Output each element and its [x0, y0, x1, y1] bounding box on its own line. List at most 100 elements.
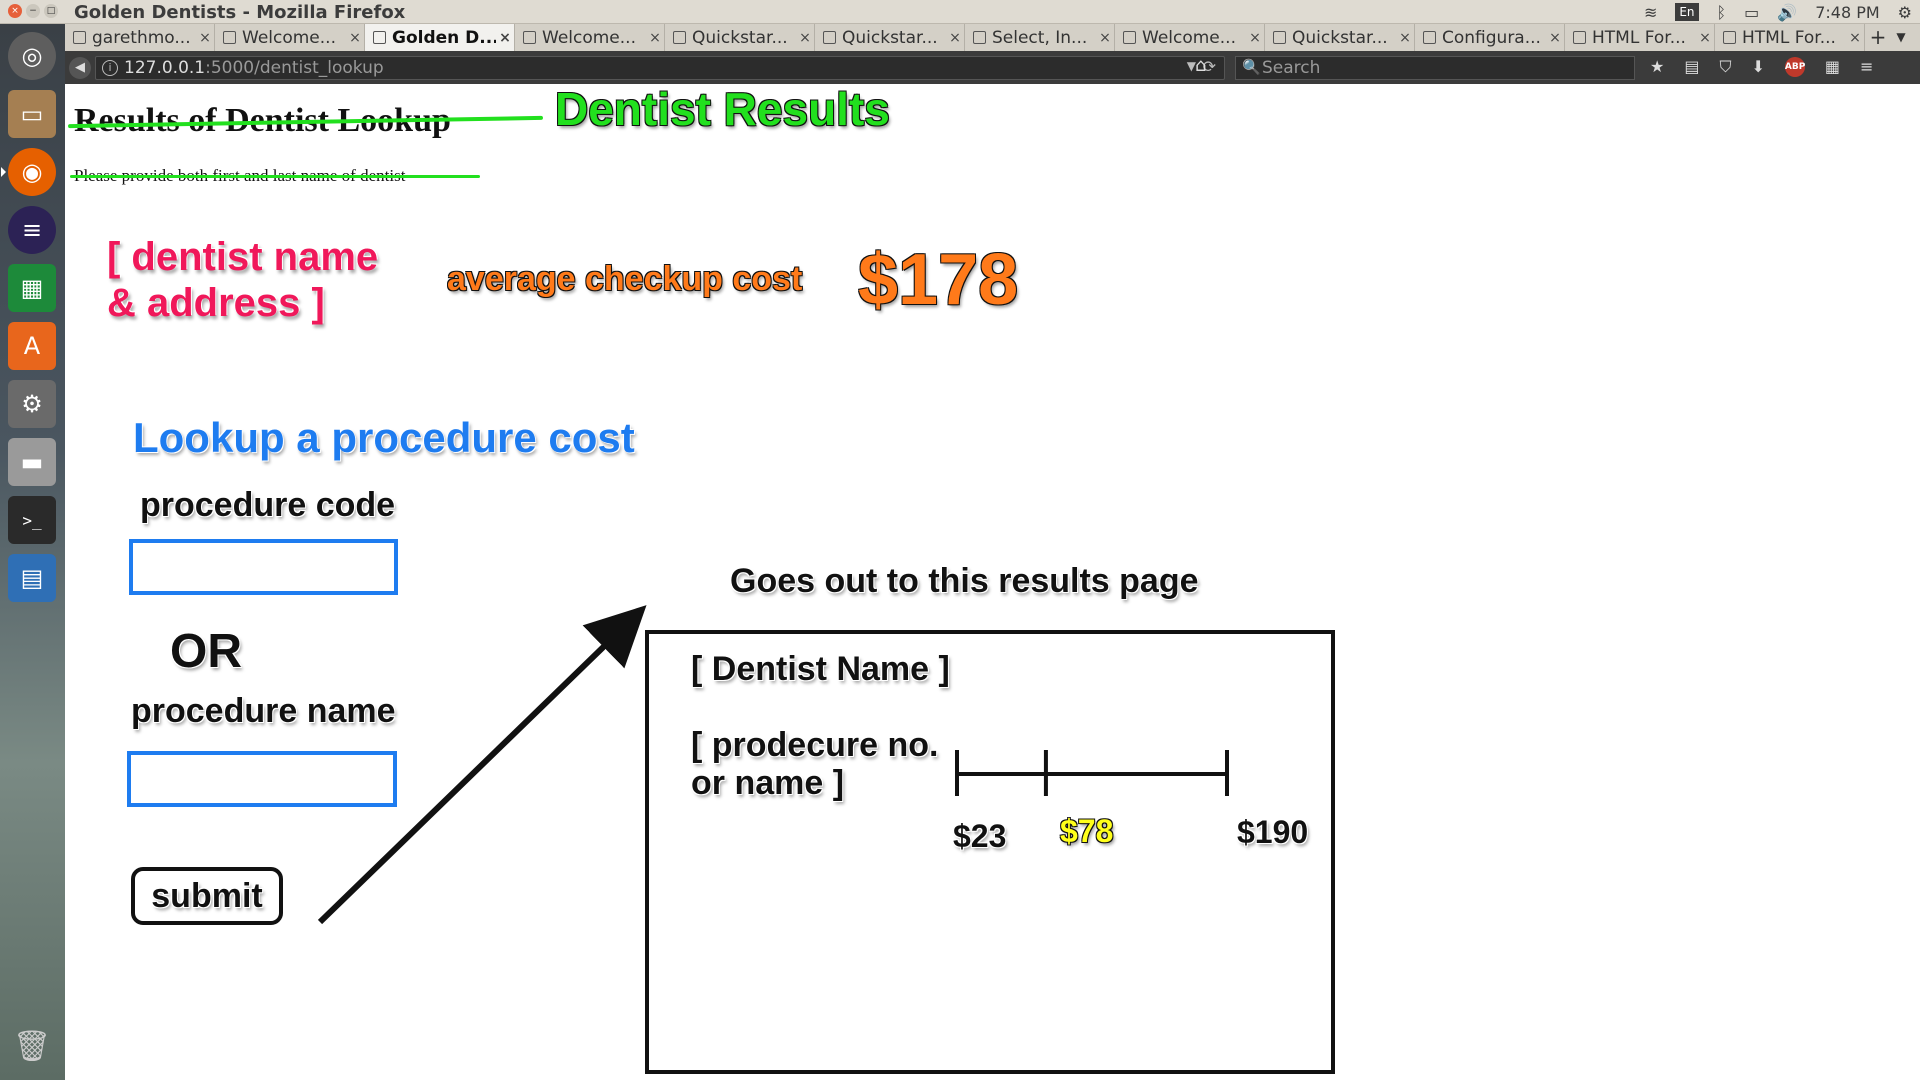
home-icon[interactable]: ⌂: [1195, 55, 1206, 76]
tab-close-icon[interactable]: ×: [1696, 30, 1714, 46]
settings-icon[interactable]: ⚙: [8, 380, 56, 428]
new-tab-button[interactable]: +: [1865, 24, 1891, 51]
results-procedure: [ prodecure no. or name ]: [691, 726, 939, 802]
range-min-label: $23: [953, 818, 1007, 854]
tab-close-icon[interactable]: ×: [1096, 30, 1114, 46]
window-close-button[interactable]: ×: [8, 4, 22, 18]
tab-label: Golden D...: [392, 27, 496, 48]
back-button[interactable]: ◀: [69, 57, 91, 79]
tab-close-icon[interactable]: ×: [796, 30, 814, 46]
tab-label: Quickstar...: [842, 27, 938, 48]
tab-label: Welcome...: [242, 27, 336, 48]
navigation-bar: ◀ i 127.0.0.1:5000/dentist_lookup ▼ ⟳ ⌂ …: [65, 51, 1920, 84]
submit-button[interactable]: submit: [131, 867, 283, 925]
site-info-icon[interactable]: i: [102, 60, 118, 76]
terminal-icon[interactable]: >_: [8, 496, 56, 544]
keyboard-layout-indicator[interactable]: En: [1675, 3, 1699, 21]
tab-close-icon[interactable]: ×: [646, 30, 664, 46]
tab-label: garethmo...: [92, 27, 191, 48]
tab-close-icon[interactable]: ×: [946, 30, 964, 46]
software-center-icon[interactable]: A: [8, 322, 56, 370]
tab-list-button[interactable]: ▼: [1891, 24, 1911, 51]
browser-tab[interactable]: Select, In... ×: [965, 24, 1115, 51]
adblock-icon[interactable]: ABP: [1784, 57, 1805, 77]
tab-favicon-icon: [373, 31, 386, 44]
procedure-code-input[interactable]: [129, 539, 398, 595]
browser-tab[interactable]: HTML For... ×: [1565, 24, 1715, 51]
writer-icon[interactable]: ▤: [8, 554, 56, 602]
pocket-icon[interactable]: ⛉: [1719, 57, 1731, 77]
browser-tab[interactable]: Quickstar... ×: [815, 24, 965, 51]
average-cost-value: $178: [858, 240, 1019, 320]
browser-tab[interactable]: Welcome... ×: [1115, 24, 1265, 51]
window-titlebar: × − □ Golden Dentists - Mozilla Firefox …: [0, 0, 1920, 24]
url-host: 127.0.0.1: [124, 58, 206, 78]
subtext-strikethrough-annotation: [70, 175, 480, 178]
extension-icon[interactable]: ▦: [1825, 57, 1840, 77]
reading-list-icon[interactable]: ▤: [1684, 57, 1699, 77]
procedure-name-label: procedure name: [131, 692, 396, 730]
bookmark-star-icon[interactable]: ★: [1650, 57, 1664, 77]
tab-favicon-icon: [223, 31, 236, 44]
search-bar[interactable]: 🔍 Search: [1235, 56, 1635, 80]
tab-close-icon[interactable]: ×: [1246, 30, 1264, 46]
volume-icon[interactable]: 🔊: [1777, 3, 1797, 22]
window-maximize-button[interactable]: □: [44, 4, 58, 18]
battery-icon[interactable]: ▭: [1744, 3, 1759, 22]
bluetooth-icon[interactable]: ᛒ: [1717, 3, 1727, 22]
url-bar[interactable]: i 127.0.0.1:5000/dentist_lookup ▼ ⟳: [95, 56, 1225, 80]
tab-label: Select, In...: [992, 27, 1088, 48]
range-max-label: $190: [1237, 814, 1309, 850]
tab-favicon-icon: [523, 31, 536, 44]
tab-label: Welcome...: [1142, 27, 1236, 48]
trash-icon[interactable]: 🗑: [8, 1022, 56, 1070]
tab-label: Configura...: [1442, 27, 1541, 48]
browser-tab[interactable]: Welcome... ×: [215, 24, 365, 51]
browser-tab[interactable]: garethmo... ×: [65, 24, 215, 51]
eclipse-icon[interactable]: ≡: [8, 206, 56, 254]
tab-close-icon[interactable]: ×: [1546, 30, 1564, 46]
browser-tab[interactable]: Welcome... ×: [515, 24, 665, 51]
tab-favicon-icon: [73, 31, 86, 44]
spreadsheet-icon[interactable]: ▦: [8, 264, 56, 312]
page-content: Results of Dentist Lookup Dentist Result…: [65, 84, 1920, 1080]
lookup-heading: Lookup a procedure cost: [133, 414, 635, 461]
ubuntu-icon[interactable]: ◎: [8, 32, 56, 80]
tab-label: Welcome...: [542, 27, 636, 48]
toolbar-icons: ★ ▤ ⛉ ⬇ ABP ▦ ≡: [1650, 57, 1873, 77]
browser-tab[interactable]: Configura... ×: [1415, 24, 1565, 51]
results-page-mockup: [ Dentist Name ] [ prodecure no. or name…: [645, 630, 1335, 1074]
browser-tab[interactable]: Quickstar... ×: [1265, 24, 1415, 51]
clock[interactable]: 7:48 PM: [1815, 3, 1879, 22]
procedure-name-input[interactable]: [127, 751, 397, 807]
tab-close-icon[interactable]: ×: [346, 30, 364, 46]
downloads-icon[interactable]: ⬇: [1751, 57, 1764, 77]
tab-favicon-icon: [1273, 31, 1286, 44]
results-caption: Goes out to this results page: [730, 562, 1199, 600]
system-settings-icon[interactable]: ⚙: [1898, 3, 1912, 22]
browser-tab[interactable]: Quickstar... ×: [665, 24, 815, 51]
tab-close-icon[interactable]: ×: [196, 30, 214, 46]
browser-tab[interactable]: Golden D... ×: [365, 24, 515, 51]
url-path: :5000/dentist_lookup: [205, 58, 384, 78]
tab-favicon-icon: [1123, 31, 1136, 44]
tab-favicon-icon: [823, 31, 836, 44]
files-icon[interactable]: ▭: [8, 90, 56, 138]
menu-icon[interactable]: ≡: [1860, 57, 1873, 77]
range-avg-label: $78: [1060, 813, 1114, 849]
tab-close-icon[interactable]: ×: [1396, 30, 1414, 46]
tab-label: Quickstar...: [692, 27, 788, 48]
disk-icon[interactable]: ▬: [8, 438, 56, 486]
average-cost-label: average checkup cost: [447, 260, 803, 298]
tab-favicon-icon: [673, 31, 686, 44]
tab-close-icon[interactable]: ×: [1846, 30, 1864, 46]
wifi-icon[interactable]: ≋: [1644, 3, 1657, 22]
window-minimize-button[interactable]: −: [26, 4, 40, 18]
url-text[interactable]: 127.0.0.1:5000/dentist_lookup: [124, 58, 384, 78]
firefox-icon[interactable]: ◉: [8, 148, 56, 196]
browser-tab[interactable]: HTML For... ×: [1715, 24, 1865, 51]
tab-close-icon[interactable]: ×: [496, 30, 514, 46]
search-placeholder: Search: [1262, 58, 1321, 78]
tab-favicon-icon: [973, 31, 986, 44]
unity-launcher: ◎ ▭ ◉ ≡ ▦ A ⚙ ▬ >_ ▤ 🗑: [0, 24, 65, 1080]
